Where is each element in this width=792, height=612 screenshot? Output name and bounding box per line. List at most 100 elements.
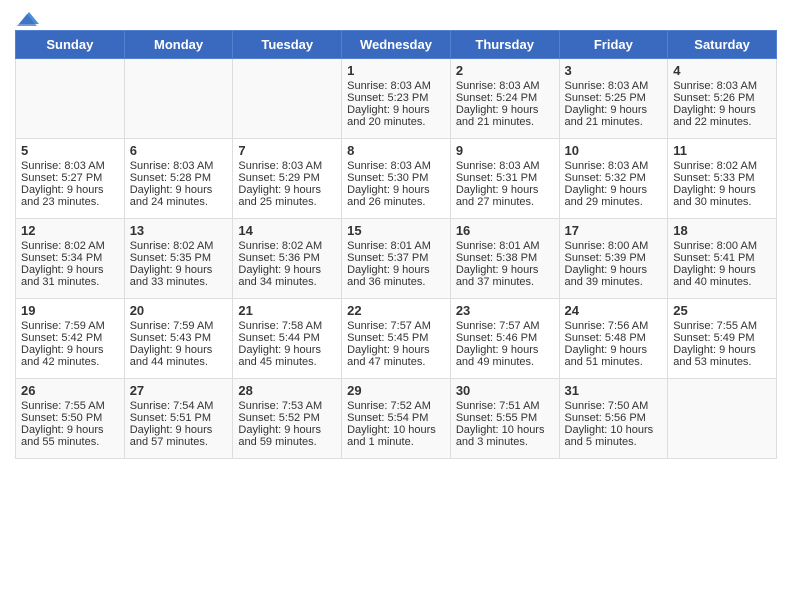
day-info-line: and 22 minutes. [673,116,771,128]
day-info-line: and 31 minutes. [21,276,119,288]
day-info-line: Sunset: 5:24 PM [456,92,554,104]
day-number: 12 [21,223,119,238]
day-number: 1 [347,63,445,78]
day-number: 27 [130,383,228,398]
day-info-line: Sunset: 5:25 PM [565,92,663,104]
logo-icon [17,10,39,26]
calendar-cell: 29Sunrise: 7:52 AMSunset: 5:54 PMDayligh… [342,379,451,459]
dow-header-wednesday: Wednesday [342,31,451,59]
day-number: 6 [130,143,228,158]
day-number: 15 [347,223,445,238]
day-info-line: Daylight: 9 hours [565,184,663,196]
day-info-line: Sunrise: 7:55 AM [673,320,771,332]
day-info-line: Sunset: 5:55 PM [456,412,554,424]
day-info-line: Daylight: 9 hours [456,264,554,276]
day-info-line: and 27 minutes. [456,196,554,208]
day-info-line: Sunrise: 7:52 AM [347,400,445,412]
calendar-cell: 17Sunrise: 8:00 AMSunset: 5:39 PMDayligh… [559,219,668,299]
day-info-line: Sunset: 5:36 PM [238,252,336,264]
day-info-line: and 55 minutes. [21,436,119,448]
day-info-line: Daylight: 9 hours [347,344,445,356]
day-info-line: Daylight: 9 hours [21,344,119,356]
day-info-line: Daylight: 10 hours [565,424,663,436]
calendar-cell: 7Sunrise: 8:03 AMSunset: 5:29 PMDaylight… [233,139,342,219]
week-row-2: 5Sunrise: 8:03 AMSunset: 5:27 PMDaylight… [16,139,777,219]
day-info-line: and 51 minutes. [565,356,663,368]
day-info-line: Sunset: 5:34 PM [21,252,119,264]
calendar-cell: 30Sunrise: 7:51 AMSunset: 5:55 PMDayligh… [450,379,559,459]
day-number: 18 [673,223,771,238]
calendar-cell: 19Sunrise: 7:59 AMSunset: 5:42 PMDayligh… [16,299,125,379]
calendar-cell [16,59,125,139]
day-info-line: and 1 minute. [347,436,445,448]
calendar-cell: 5Sunrise: 8:03 AMSunset: 5:27 PMDaylight… [16,139,125,219]
calendar-cell: 2Sunrise: 8:03 AMSunset: 5:24 PMDaylight… [450,59,559,139]
day-info-line: Sunrise: 7:54 AM [130,400,228,412]
day-info-line: Sunset: 5:39 PM [565,252,663,264]
calendar-cell: 4Sunrise: 8:03 AMSunset: 5:26 PMDaylight… [668,59,777,139]
calendar-cell: 10Sunrise: 8:03 AMSunset: 5:32 PMDayligh… [559,139,668,219]
day-info-line: Daylight: 9 hours [456,104,554,116]
day-info-line: Daylight: 9 hours [130,424,228,436]
day-number: 9 [456,143,554,158]
calendar-cell: 3Sunrise: 8:03 AMSunset: 5:25 PMDaylight… [559,59,668,139]
day-info-line: Sunrise: 8:02 AM [130,240,228,252]
day-info-line: Sunset: 5:44 PM [238,332,336,344]
dow-header-saturday: Saturday [668,31,777,59]
day-number: 26 [21,383,119,398]
day-info-line: Daylight: 9 hours [565,264,663,276]
day-info-line: Sunrise: 8:02 AM [21,240,119,252]
day-info-line: Sunrise: 8:02 AM [673,160,771,172]
dow-header-thursday: Thursday [450,31,559,59]
day-info-line: Daylight: 9 hours [673,104,771,116]
day-number: 16 [456,223,554,238]
day-info-line: and 42 minutes. [21,356,119,368]
day-number: 5 [21,143,119,158]
day-info-line: Sunset: 5:38 PM [456,252,554,264]
day-info-line: and 53 minutes. [673,356,771,368]
calendar-cell: 1Sunrise: 8:03 AMSunset: 5:23 PMDaylight… [342,59,451,139]
day-info-line: and 3 minutes. [456,436,554,448]
day-info-line: Daylight: 9 hours [565,104,663,116]
day-info-line: Sunset: 5:30 PM [347,172,445,184]
day-info-line: Daylight: 9 hours [673,344,771,356]
day-info-line: Daylight: 9 hours [238,184,336,196]
day-info-line: and 49 minutes. [456,356,554,368]
calendar-cell: 13Sunrise: 8:02 AMSunset: 5:35 PMDayligh… [124,219,233,299]
day-info-line: Sunset: 5:46 PM [456,332,554,344]
day-info-line: Sunset: 5:41 PM [673,252,771,264]
day-number: 20 [130,303,228,318]
day-info-line: and 36 minutes. [347,276,445,288]
day-info-line: Sunset: 5:33 PM [673,172,771,184]
calendar-cell [233,59,342,139]
day-info-line: Sunrise: 8:03 AM [21,160,119,172]
day-number: 14 [238,223,336,238]
week-row-3: 12Sunrise: 8:02 AMSunset: 5:34 PMDayligh… [16,219,777,299]
calendar-container: SundayMondayTuesdayWednesdayThursdayFrid… [0,0,792,474]
day-info-line: and 44 minutes. [130,356,228,368]
header [15,10,777,22]
day-info-line: and 20 minutes. [347,116,445,128]
day-info-line: and 34 minutes. [238,276,336,288]
calendar-cell [668,379,777,459]
day-info-line: Sunset: 5:49 PM [673,332,771,344]
day-info-line: Sunset: 5:32 PM [565,172,663,184]
calendar-cell: 26Sunrise: 7:55 AMSunset: 5:50 PMDayligh… [16,379,125,459]
day-info-line: Daylight: 9 hours [130,264,228,276]
day-info-line: and 30 minutes. [673,196,771,208]
day-info-line: Sunrise: 8:01 AM [347,240,445,252]
day-number: 4 [673,63,771,78]
day-info-line: and 24 minutes. [130,196,228,208]
week-row-1: 1Sunrise: 8:03 AMSunset: 5:23 PMDaylight… [16,59,777,139]
calendar-cell: 16Sunrise: 8:01 AMSunset: 5:38 PMDayligh… [450,219,559,299]
day-number: 31 [565,383,663,398]
day-info-line: Daylight: 9 hours [673,184,771,196]
day-info-line: Sunset: 5:48 PM [565,332,663,344]
day-number: 8 [347,143,445,158]
week-row-4: 19Sunrise: 7:59 AMSunset: 5:42 PMDayligh… [16,299,777,379]
day-info-line: Sunset: 5:29 PM [238,172,336,184]
day-info-line: Sunrise: 7:51 AM [456,400,554,412]
day-info-line: Daylight: 9 hours [238,264,336,276]
day-info-line: Sunrise: 7:59 AM [130,320,228,332]
days-of-week-row: SundayMondayTuesdayWednesdayThursdayFrid… [16,31,777,59]
